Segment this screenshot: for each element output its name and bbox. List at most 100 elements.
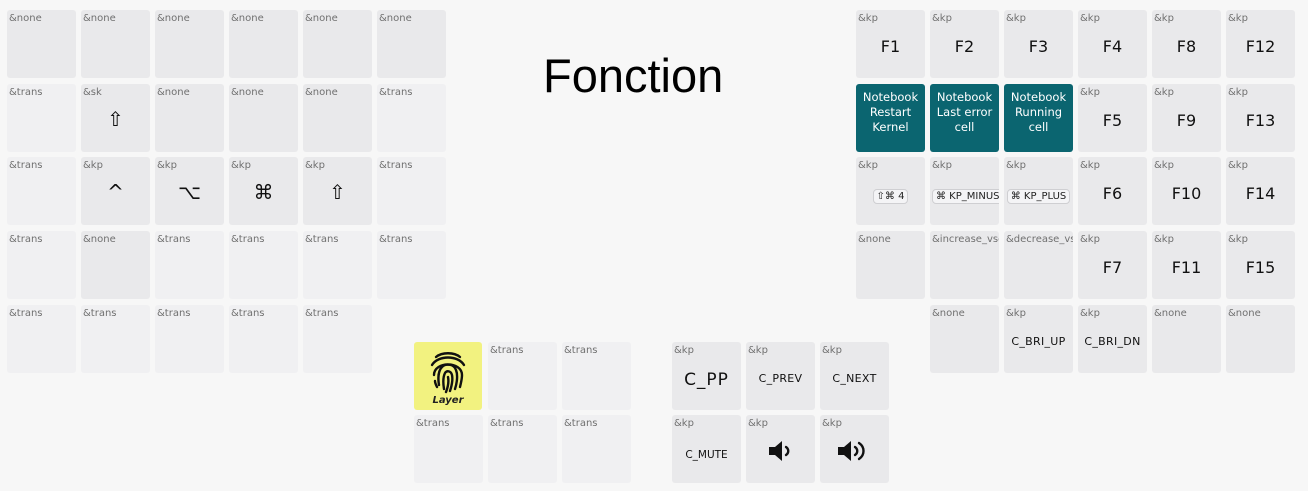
- key-label: F3: [1028, 37, 1049, 56]
- key-left-r4-c3[interactable]: &trans: [155, 231, 224, 299]
- key-left-r5-c1[interactable]: &trans: [7, 305, 76, 373]
- key-code: &none: [379, 13, 412, 24]
- key-right-f14[interactable]: &kp F14: [1226, 157, 1295, 225]
- key-right-r4-c1[interactable]: &none: [856, 231, 925, 299]
- key-left-r3-c1[interactable]: &trans: [7, 157, 76, 225]
- key-screenshot-shortcut[interactable]: &kp ⇧⌘ 4: [856, 157, 925, 225]
- key-right-f13[interactable]: &kp F13: [1226, 84, 1295, 152]
- key-left-r5-c3[interactable]: &trans: [155, 305, 224, 373]
- key-right-f4[interactable]: &kp F4: [1078, 10, 1147, 78]
- key-notebook-running-cell[interactable]: Notebook Running cell: [1004, 84, 1073, 152]
- key-label: F1: [880, 37, 901, 56]
- key-code: &kp: [858, 160, 878, 171]
- key-left-r3-c4[interactable]: &kp ⌘: [229, 157, 298, 225]
- key-notebook-last-error-cell[interactable]: Notebook Last error cell: [930, 84, 999, 152]
- key-left-r5-c2[interactable]: &trans: [81, 305, 150, 373]
- key-right-f8[interactable]: &kp F8: [1152, 10, 1221, 78]
- key-left-r5-c4[interactable]: &trans: [229, 305, 298, 373]
- key-left-r1-c3[interactable]: &none: [155, 10, 224, 78]
- key-code: &kp: [1006, 13, 1026, 24]
- key-code: &decrease_vsc: [1006, 234, 1073, 245]
- key-right-f6[interactable]: &kp F6: [1078, 157, 1147, 225]
- key-right-f9[interactable]: &kp F9: [1152, 84, 1221, 152]
- key-code: &none: [231, 13, 264, 24]
- key-left-r2-c1[interactable]: &trans: [7, 84, 76, 152]
- key-left-r1-c2[interactable]: &none: [81, 10, 150, 78]
- key-left-r1-c6[interactable]: &none: [377, 10, 446, 78]
- key-label: F12: [1245, 37, 1276, 56]
- key-left-r2-c4[interactable]: &none: [229, 84, 298, 152]
- chip-text: ⌘ KP_MINUS: [932, 189, 999, 204]
- key-zoom-out-shortcut[interactable]: &kp ⌘ KP_MINUS: [930, 157, 999, 225]
- key-left-r2-c6[interactable]: &trans: [377, 84, 446, 152]
- key-label: F5: [1102, 111, 1123, 130]
- key-left-thumb-4[interactable]: &trans: [414, 415, 483, 483]
- key-right-r5-c5[interactable]: &none: [1226, 305, 1295, 373]
- key-left-thumb-3[interactable]: &trans: [562, 342, 631, 410]
- key-label: F10: [1171, 184, 1202, 203]
- key-code: &kp: [932, 13, 952, 24]
- volume-down-icon: [769, 441, 790, 461]
- key-left-thumb-5[interactable]: &trans: [488, 415, 557, 483]
- key-volume-down[interactable]: &kp: [746, 415, 815, 483]
- shortcut-chip: ⌘ KP_PLUS: [1006, 184, 1071, 204]
- key-left-thumb-6[interactable]: &trans: [562, 415, 631, 483]
- key-code: &none: [858, 234, 891, 245]
- key-increase-vsc[interactable]: &increase_vsc: [930, 231, 999, 299]
- key-right-r5-c1[interactable]: &none: [930, 305, 999, 373]
- key-left-r4-c6[interactable]: &trans: [377, 231, 446, 299]
- key-left-r4-c2[interactable]: &none: [81, 231, 150, 299]
- key-code: &kp: [305, 160, 325, 171]
- key-code: &kp: [1154, 87, 1174, 98]
- key-notebook-restart-kernel[interactable]: Notebook Restart Kernel: [856, 84, 925, 152]
- key-left-thumb-2[interactable]: &trans: [488, 342, 557, 410]
- key-left-r2-c2[interactable]: &sk ⇧: [81, 84, 150, 152]
- key-right-r5-c4[interactable]: &none: [1152, 305, 1221, 373]
- key-left-r1-c5[interactable]: &none: [303, 10, 372, 78]
- key-brightness-down[interactable]: &kp C_BRI_DN: [1078, 305, 1147, 373]
- key-left-r3-c3[interactable]: &kp ⌥: [155, 157, 224, 225]
- key-right-f3[interactable]: &kp F3: [1004, 10, 1073, 78]
- key-decrease-vsc[interactable]: &decrease_vsc: [1004, 231, 1073, 299]
- key-right-f10[interactable]: &kp F10: [1152, 157, 1221, 225]
- key-left-r4-c5[interactable]: &trans: [303, 231, 372, 299]
- layer-label: Layer: [432, 395, 464, 406]
- key-code: &kp: [1228, 234, 1248, 245]
- key-label: C_NEXT: [832, 372, 877, 385]
- key-label: C_BRI_DN: [1084, 335, 1141, 348]
- key-left-r4-c4[interactable]: &trans: [229, 231, 298, 299]
- key-code: &none: [305, 13, 338, 24]
- key-left-r3-c2[interactable]: &kp ^: [81, 157, 150, 225]
- key-volume-up[interactable]: &kp: [820, 415, 889, 483]
- key-left-r3-c5[interactable]: &kp ⇧: [303, 157, 372, 225]
- key-right-f1[interactable]: &kp F1: [856, 10, 925, 78]
- key-code: &trans: [490, 418, 524, 429]
- key-next[interactable]: &kp C_NEXT: [820, 342, 889, 410]
- key-left-r1-c4[interactable]: &none: [229, 10, 298, 78]
- key-right-f11[interactable]: &kp F11: [1152, 231, 1221, 299]
- key-right-f12[interactable]: &kp F12: [1226, 10, 1295, 78]
- key-mute[interactable]: &kp C_MUTE: [672, 415, 741, 483]
- key-left-r3-c6[interactable]: &trans: [377, 157, 446, 225]
- key-zoom-in-shortcut[interactable]: &kp ⌘ KP_PLUS: [1004, 157, 1073, 225]
- key-brightness-up[interactable]: &kp C_BRI_UP: [1004, 305, 1073, 373]
- key-code: &trans: [564, 418, 598, 429]
- key-code: &trans: [9, 87, 43, 98]
- key-left-r5-c5[interactable]: &trans: [303, 305, 372, 373]
- key-left-r2-c5[interactable]: &none: [303, 84, 372, 152]
- key-label: F15: [1245, 258, 1276, 277]
- key-left-r1-c1[interactable]: &none: [7, 10, 76, 78]
- key-right-f15[interactable]: &kp F15: [1226, 231, 1295, 299]
- key-layer[interactable]: Layer: [414, 342, 482, 410]
- key-code: &trans: [379, 234, 413, 245]
- key-left-r4-c1[interactable]: &trans: [7, 231, 76, 299]
- key-code: &kp: [1006, 160, 1026, 171]
- key-right-f5[interactable]: &kp F5: [1078, 84, 1147, 152]
- key-left-r2-c3[interactable]: &none: [155, 84, 224, 152]
- key-previous[interactable]: &kp C_PREV: [746, 342, 815, 410]
- key-code: &kp: [1080, 13, 1100, 24]
- key-play-pause[interactable]: &kp C_PP: [672, 342, 741, 410]
- key-right-f2[interactable]: &kp F2: [930, 10, 999, 78]
- key-right-f7[interactable]: &kp F7: [1078, 231, 1147, 299]
- key-code: &trans: [305, 234, 339, 245]
